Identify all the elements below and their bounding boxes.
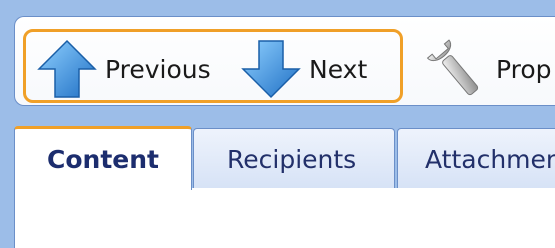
next-button[interactable]: Next xyxy=(241,32,367,106)
tab-attachments-label: Attachmen xyxy=(425,145,555,174)
previous-button[interactable]: Previous xyxy=(37,32,211,106)
tab-attachments[interactable]: Attachmen xyxy=(397,128,555,190)
tab-content-label: Content xyxy=(47,145,159,174)
wrench-icon xyxy=(422,37,488,101)
previous-label: Previous xyxy=(105,54,211,84)
down-arrow-icon xyxy=(241,37,301,101)
content-panel xyxy=(14,188,555,248)
tab-content[interactable]: Content xyxy=(14,126,192,190)
properties-button[interactable]: Prop xyxy=(422,32,552,106)
tab-recipients[interactable]: Recipients xyxy=(193,128,395,190)
up-arrow-icon xyxy=(37,37,97,101)
next-label: Next xyxy=(309,54,368,84)
tab-recipients-label: Recipients xyxy=(227,145,357,174)
properties-label: Prop xyxy=(496,54,552,84)
